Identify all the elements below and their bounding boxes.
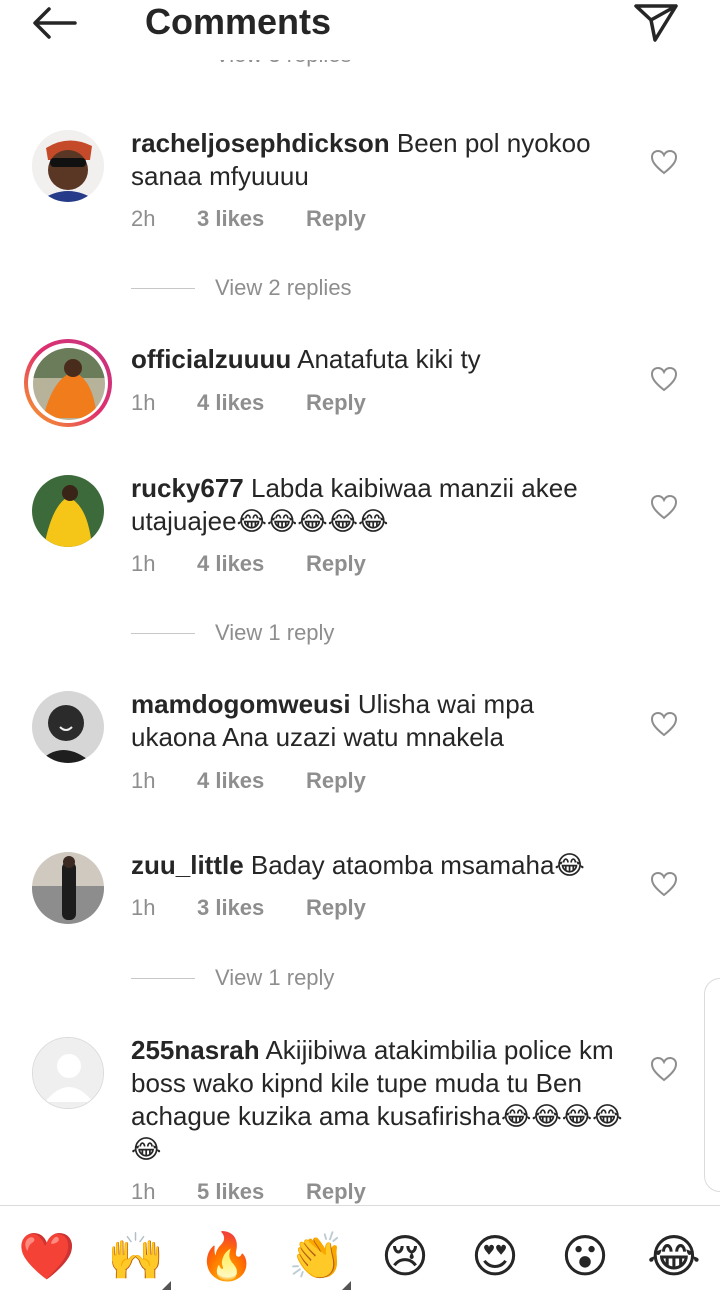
- avatar[interactable]: [32, 130, 104, 202]
- username[interactable]: officialzuuuu: [131, 344, 291, 374]
- reply-button[interactable]: Reply: [306, 389, 366, 417]
- likes-count[interactable]: 5 likes: [197, 1178, 306, 1206]
- avatar[interactable]: [32, 1037, 104, 1109]
- reply-button[interactable]: Reply: [306, 550, 366, 578]
- username[interactable]: mamdogomweusi: [131, 689, 351, 719]
- tears-of-joy-emoji[interactable]: 😂: [646, 1228, 702, 1284]
- likes-count[interactable]: 3 likes: [197, 894, 306, 922]
- emoji-reaction-bar: ❤️ 🙌 🔥 👏 😢 😍 😮 😂: [0, 1205, 720, 1296]
- comment-meta: 2h 3 likes Reply: [131, 205, 366, 233]
- comment-meta: 1h 3 likes Reply: [131, 894, 366, 922]
- crying-face-emoji[interactable]: 😢: [377, 1228, 433, 1284]
- reply-button[interactable]: Reply: [306, 1178, 366, 1206]
- comment-text: 255nasrah Akijibiwa atakimbilia police k…: [131, 1034, 626, 1166]
- reply-button[interactable]: Reply: [306, 894, 366, 922]
- red-heart-emoji[interactable]: ❤️: [18, 1228, 75, 1284]
- comment-meta: 1h 4 likes Reply: [131, 389, 366, 417]
- comment-time: 1h: [131, 1179, 156, 1204]
- comment-text: zuu_little Baday ataomba msamaha😂: [131, 849, 611, 882]
- like-heart-icon[interactable]: [650, 711, 678, 737]
- divider: [131, 978, 195, 979]
- avatar[interactable]: [33, 348, 105, 420]
- avatar[interactable]: [32, 691, 104, 763]
- comment-meta: 1h 4 likes Reply: [131, 550, 366, 578]
- page-title: Comments: [145, 1, 332, 42]
- comment-time: 1h: [131, 551, 156, 576]
- divider: [131, 288, 195, 289]
- comment-text: mamdogomweusi Ulisha wai mpa ukaona Ana …: [131, 688, 611, 754]
- comment-meta: 1h 4 likes Reply: [131, 767, 366, 795]
- comment-time: 2h: [131, 206, 156, 231]
- avatar[interactable]: [32, 475, 104, 547]
- share-button[interactable]: [628, 0, 684, 44]
- avatar-image: [33, 348, 105, 420]
- comment-text: rucky677 Labda kaibiwaa manzii akee utaj…: [131, 472, 611, 538]
- username[interactable]: 255nasrah: [131, 1035, 260, 1065]
- arrow-left-icon: [33, 7, 77, 39]
- username[interactable]: rucky677: [131, 473, 244, 503]
- comment-text: racheljosephdickson Been pol nyokoo sana…: [131, 127, 611, 193]
- default-avatar-icon: [33, 1038, 103, 1108]
- avatar[interactable]: [32, 852, 104, 924]
- avatar-image: [32, 852, 104, 924]
- comment-time: 1h: [131, 895, 156, 920]
- comment-time: 1h: [131, 390, 156, 415]
- likes-count[interactable]: 4 likes: [197, 767, 306, 795]
- more-variants-indicator: [342, 1281, 351, 1290]
- divider: [131, 633, 195, 634]
- comment-body: Baday ataomba msamaha😂: [250, 850, 585, 880]
- username[interactable]: zuu_little: [131, 850, 244, 880]
- paper-plane-icon: [634, 4, 678, 42]
- more-variants-indicator: [162, 1281, 171, 1290]
- like-heart-icon[interactable]: [650, 494, 678, 520]
- like-heart-icon[interactable]: [650, 1056, 678, 1082]
- likes-count[interactable]: 3 likes: [197, 205, 306, 233]
- avatar-image: [32, 691, 104, 763]
- top-bar: Comments: [0, 0, 720, 60]
- raising-hands-emoji[interactable]: 🙌: [107, 1228, 164, 1284]
- surprised-face-emoji[interactable]: 😮: [557, 1228, 613, 1284]
- fire-emoji[interactable]: 🔥: [198, 1228, 255, 1284]
- like-heart-icon[interactable]: [650, 149, 678, 175]
- like-heart-icon[interactable]: [650, 871, 678, 897]
- likes-count[interactable]: 4 likes: [197, 389, 306, 417]
- username[interactable]: racheljosephdickson: [131, 128, 390, 158]
- likes-count[interactable]: 4 likes: [197, 550, 306, 578]
- heart-eyes-emoji[interactable]: 😍: [467, 1228, 523, 1284]
- reply-button[interactable]: Reply: [306, 205, 366, 233]
- comment-time: 1h: [131, 768, 156, 793]
- comment-text: officialzuuuu Anatafuta kiki ty: [131, 343, 611, 376]
- back-button[interactable]: [28, 2, 84, 42]
- like-heart-icon[interactable]: [650, 366, 678, 392]
- comment-meta: 1h 5 likes Reply: [131, 1178, 366, 1206]
- side-panel-handle[interactable]: [704, 978, 720, 1192]
- reply-button[interactable]: Reply: [306, 767, 366, 795]
- avatar-image: [32, 475, 104, 547]
- avatar-image: [32, 130, 104, 202]
- comment-body: Anatafuta kiki ty: [297, 344, 481, 374]
- clapping-hands-emoji[interactable]: 👏: [288, 1228, 345, 1284]
